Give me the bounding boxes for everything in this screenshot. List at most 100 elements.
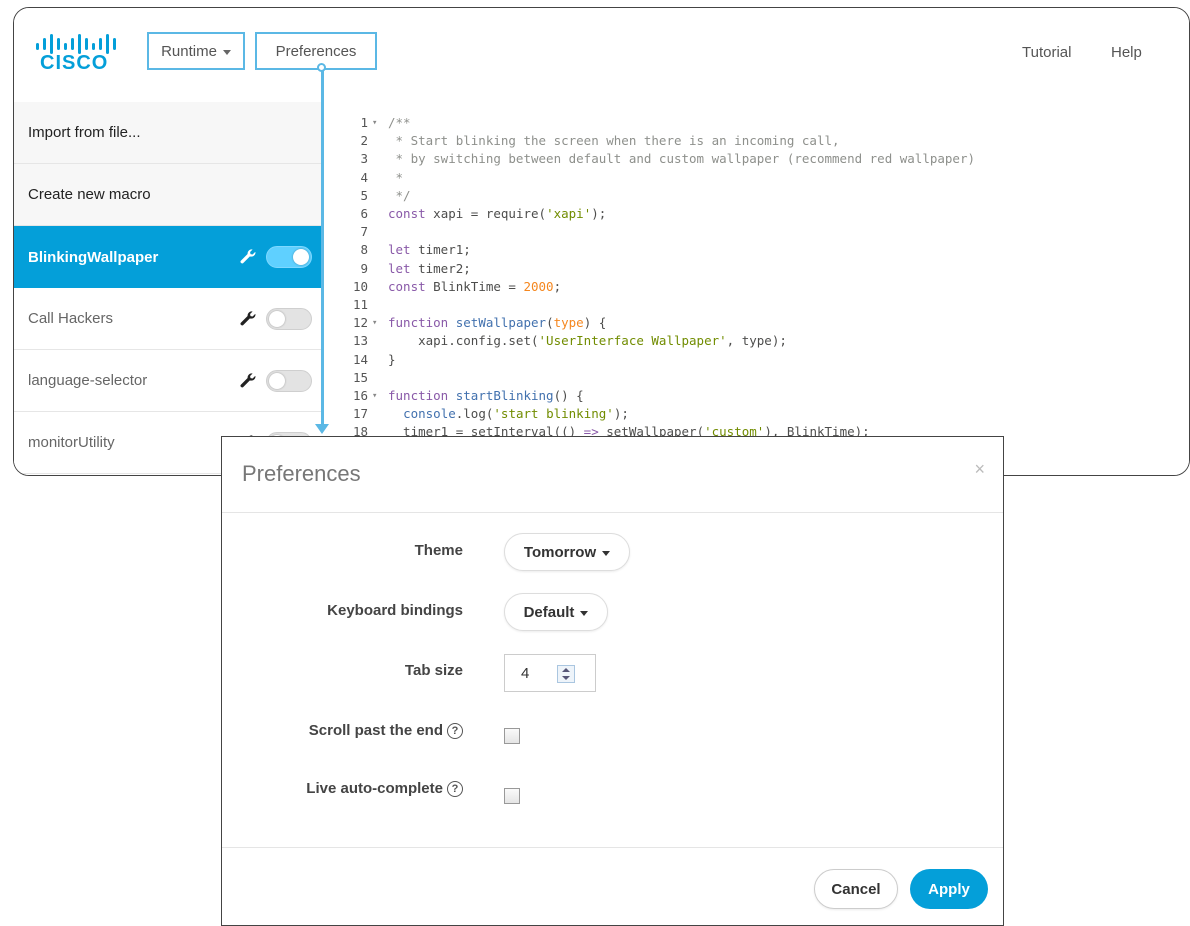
wrench-icon[interactable] — [238, 309, 258, 329]
help-icon[interactable]: ? — [447, 780, 463, 797]
theme-dropdown[interactable]: Tomorrow — [504, 533, 630, 571]
line-number: 5 — [360, 187, 368, 203]
wrench-icon[interactable] — [238, 247, 258, 267]
preferences-menu[interactable]: Preferences — [255, 32, 377, 70]
macro-toggle[interactable] — [266, 308, 312, 330]
code-text: let timer1; — [388, 242, 471, 258]
fold-arrow-icon[interactable]: ▾ — [372, 114, 377, 132]
line-number: 3 — [360, 151, 368, 167]
cisco-wordmark: CISCO — [40, 52, 109, 74]
line-number: 8 — [360, 242, 368, 258]
keyboard-bindings-dropdown[interactable]: Default — [504, 593, 608, 631]
code-text: * Start blinking the screen when there i… — [388, 133, 840, 149]
live-autocomplete-label: Live auto-complete ? — [306, 780, 463, 797]
macro-name: monitorUtility — [28, 434, 115, 451]
tab-size-value: 4 — [521, 665, 530, 682]
code-text: */ — [388, 187, 411, 203]
theme-label: Theme — [414, 542, 463, 559]
live-autocomplete-text: Live auto-complete — [306, 780, 443, 797]
spin-up-icon[interactable] — [562, 668, 570, 672]
dialog-title: Preferences — [242, 461, 361, 486]
help-link[interactable]: Help — [1111, 44, 1142, 61]
line-number: 1 — [360, 115, 368, 130]
toggle-knob — [293, 249, 309, 265]
code-text: function setWallpaper(type) { — [388, 315, 607, 331]
line-number: 14 — [352, 351, 368, 367]
callout-arrow-icon — [315, 424, 329, 434]
scroll-past-end-text: Scroll past the end — [308, 722, 443, 739]
scroll-past-end-label: Scroll past the end ? — [309, 722, 463, 739]
code-text: /** — [388, 115, 411, 130]
macro-editor-window: CISCO Runtime Preferences Tutorial Help … — [13, 7, 1190, 476]
macro-name: Call Hackers — [28, 310, 114, 327]
macro-item-language-selector[interactable]: language-selector — [14, 350, 324, 412]
runtime-menu-label: Runtime — [161, 42, 217, 60]
dialog-header-divider — [222, 512, 1003, 513]
create-new-macro-label: Create new macro — [28, 186, 151, 203]
live-autocomplete-checkbox[interactable] — [504, 788, 520, 804]
top-bar: CISCO Runtime Preferences Tutorial Help — [14, 8, 1189, 102]
macro-toggle[interactable] — [266, 370, 312, 392]
create-new-macro-button[interactable]: Create new macro — [14, 164, 324, 226]
code-editor[interactable]: 1 ▾ /** 2 * Start blinking the screen when … — [324, 102, 1189, 475]
close-icon[interactable]: × — [974, 459, 985, 480]
help-icon[interactable]: ? — [447, 722, 463, 739]
fold-arrow-icon[interactable]: ▾ — [372, 387, 377, 405]
cancel-button[interactable]: Cancel — [814, 869, 898, 909]
preferences-dialog: Preferences × Theme Tomorrow Keyboard bi… — [221, 436, 1004, 926]
keyboard-bindings-value: Default — [523, 603, 575, 621]
runtime-menu[interactable]: Runtime — [147, 32, 245, 70]
line-number: 11 — [352, 297, 368, 312]
line-number: 6 — [360, 206, 368, 221]
code-text: xapi.config.set('UserInterface Wallpaper… — [388, 333, 787, 349]
line-number: 13 — [352, 333, 368, 349]
code-text: let timer2; — [388, 260, 471, 276]
line-number: 7 — [360, 224, 368, 240]
line-number: 2 — [360, 133, 368, 149]
spin-down-icon[interactable] — [562, 676, 570, 680]
wrench-icon[interactable] — [238, 371, 258, 391]
tab-size-spinner[interactable] — [557, 665, 575, 683]
line-number: 17 — [352, 406, 368, 422]
import-from-file-label: Import from file... — [28, 124, 141, 141]
tutorial-link[interactable]: Tutorial — [1022, 44, 1071, 61]
import-from-file-button[interactable]: Import from file... — [14, 102, 324, 164]
line-number: 9 — [360, 260, 368, 276]
chevron-down-icon — [222, 49, 231, 55]
macro-item-blinkingwallpaper[interactable]: BlinkingWallpaper — [14, 226, 324, 288]
macro-toggle[interactable] — [266, 246, 312, 268]
code-text: const xapi = require('xapi'); — [388, 206, 607, 221]
code-text: * — [388, 169, 404, 185]
callout-connector-dot — [317, 63, 326, 72]
macro-item-call-hackers[interactable]: Call Hackers — [14, 288, 324, 350]
toggle-knob — [269, 311, 285, 327]
line-number: 12 — [352, 315, 368, 331]
macro-sidebar: Import from file... Create new macro Bli… — [14, 102, 324, 475]
scroll-past-end-checkbox[interactable] — [504, 728, 520, 744]
preferences-menu-label: Preferences — [275, 42, 357, 60]
line-number: 16 — [352, 388, 368, 403]
callout-connector-line — [321, 66, 324, 428]
line-number: 10 — [352, 278, 368, 294]
code-text: const BlinkTime = 2000; — [388, 278, 562, 294]
code-text: } — [388, 351, 396, 367]
line-number: 15 — [352, 369, 368, 385]
cisco-logo[interactable]: CISCO — [34, 32, 124, 80]
tab-size-input[interactable]: 4 — [504, 654, 596, 692]
dialog-footer-divider — [222, 847, 1003, 848]
chevron-down-icon — [580, 610, 589, 616]
apply-button[interactable]: Apply — [910, 869, 988, 909]
tab-size-label: Tab size — [404, 662, 463, 679]
cisco-bars-icon — [36, 34, 116, 54]
chevron-down-icon — [602, 550, 611, 556]
macro-name: language-selector — [28, 372, 148, 389]
code-text: console.log('start blinking'); — [403, 406, 629, 422]
line-number: 4 — [360, 169, 368, 185]
fold-arrow-icon[interactable]: ▾ — [372, 314, 377, 332]
keyboard-bindings-label: Keyboard bindings — [327, 602, 463, 619]
theme-value: Tomorrow — [523, 543, 597, 561]
toggle-knob — [269, 373, 285, 389]
macro-name: BlinkingWallpaper — [28, 248, 159, 266]
code-text: function startBlinking() { — [388, 388, 584, 403]
code-text: * by switching between default and custo… — [388, 151, 975, 167]
